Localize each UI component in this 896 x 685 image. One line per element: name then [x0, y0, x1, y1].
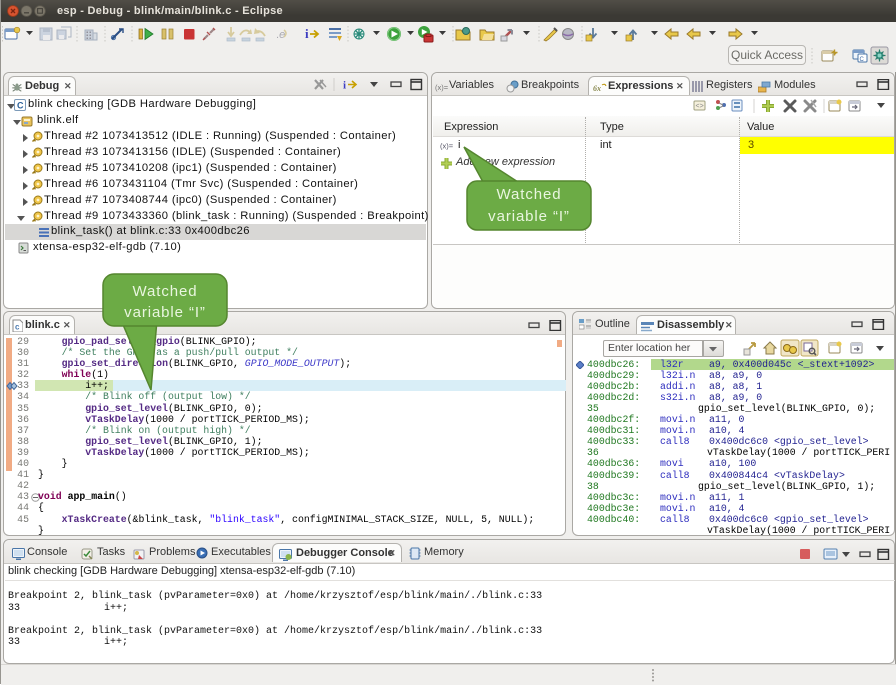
svg-text:i: i [343, 80, 346, 92]
svg-text:i: i [305, 26, 309, 41]
svg-text:Watched: Watched [497, 186, 562, 203]
svg-text:c: c [15, 323, 20, 332]
svg-text:Watched: Watched [133, 283, 198, 300]
svg-text:<>: <> [696, 103, 704, 110]
svg-text:6x: 6x [593, 84, 601, 93]
svg-text:C: C [860, 57, 865, 63]
svg-text:variable “I”: variable “I” [124, 304, 206, 321]
svg-text:C: C [17, 101, 24, 111]
svg-text:variable “I”: variable “I” [488, 208, 570, 225]
svg-text:(x)=: (x)= [435, 83, 448, 92]
